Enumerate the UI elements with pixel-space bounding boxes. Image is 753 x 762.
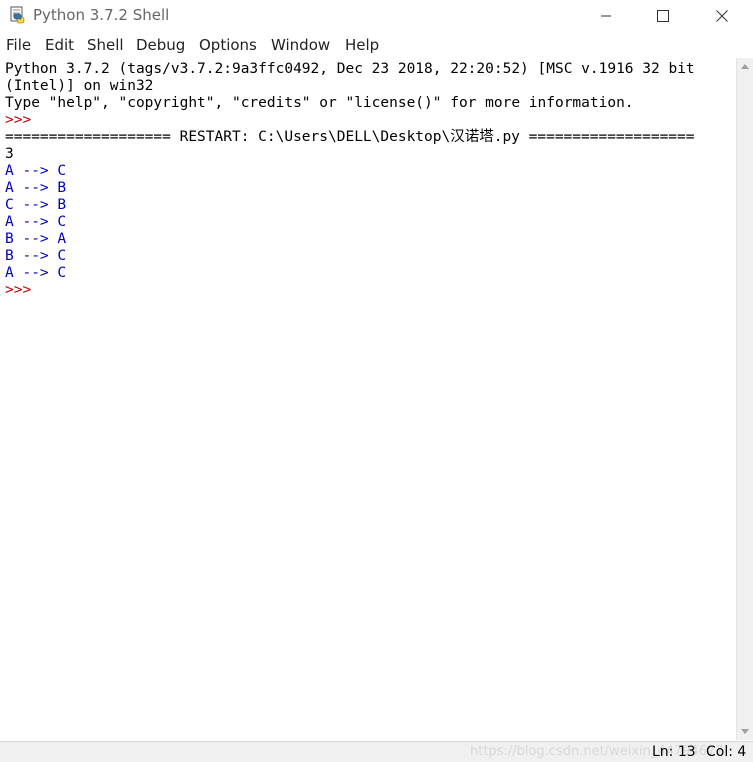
line-number-indicator: Ln: 13	[652, 744, 696, 760]
menu-window[interactable]: Window	[271, 36, 330, 54]
vertical-scrollbar[interactable]	[736, 58, 753, 740]
menu-edit[interactable]: Edit	[45, 36, 74, 54]
menu-help[interactable]: Help	[345, 36, 379, 54]
menu-debug[interactable]: Debug	[136, 36, 185, 54]
output-line: A --> C	[5, 214, 67, 230]
close-icon	[716, 9, 728, 22]
shell-prompt-current[interactable]: >>>	[5, 282, 31, 299]
menu-file[interactable]: File	[6, 36, 31, 54]
shell-text-area[interactable]: Python 3.7.2 (tags/v3.7.2:9a3ffc0492, De…	[0, 58, 736, 740]
menu-options[interactable]: Options	[199, 36, 257, 54]
output-line: B --> C	[5, 248, 67, 264]
column-number-indicator: Col: 4	[706, 744, 747, 760]
input-echo: 3	[5, 146, 14, 162]
shell-prompt: >>>	[5, 112, 32, 128]
banner-line: Type "help", "copyright", "credits" or "…	[5, 95, 634, 111]
output-line: C --> B	[5, 197, 67, 213]
close-button[interactable]	[699, 0, 745, 31]
banner-line: Python 3.7.2 (tags/v3.7.2:9a3ffc0492, De…	[5, 61, 695, 77]
python-idle-icon	[10, 6, 25, 24]
minimize-button[interactable]	[583, 0, 629, 31]
minimize-icon	[601, 15, 611, 16]
output-line: B --> A	[5, 231, 67, 247]
title-bar[interactable]: Python 3.7.2 Shell	[0, 0, 753, 31]
scroll-up-icon[interactable]	[741, 64, 749, 69]
menu-bar: File Edit Shell Debug Options Window Hel…	[0, 33, 753, 58]
scroll-down-icon[interactable]	[741, 729, 749, 734]
output-line: A --> C	[5, 265, 67, 281]
maximize-button[interactable]	[640, 0, 686, 31]
restart-line: =================== RESTART: C:\Users\DE…	[5, 129, 695, 145]
banner-line: (Intel)] on win32	[5, 78, 154, 94]
output-line: A --> B	[5, 180, 67, 196]
maximize-icon	[657, 9, 669, 22]
window-title: Python 3.7.2 Shell	[33, 6, 170, 24]
menu-shell[interactable]: Shell	[87, 36, 124, 54]
output-line: A --> C	[5, 163, 67, 179]
